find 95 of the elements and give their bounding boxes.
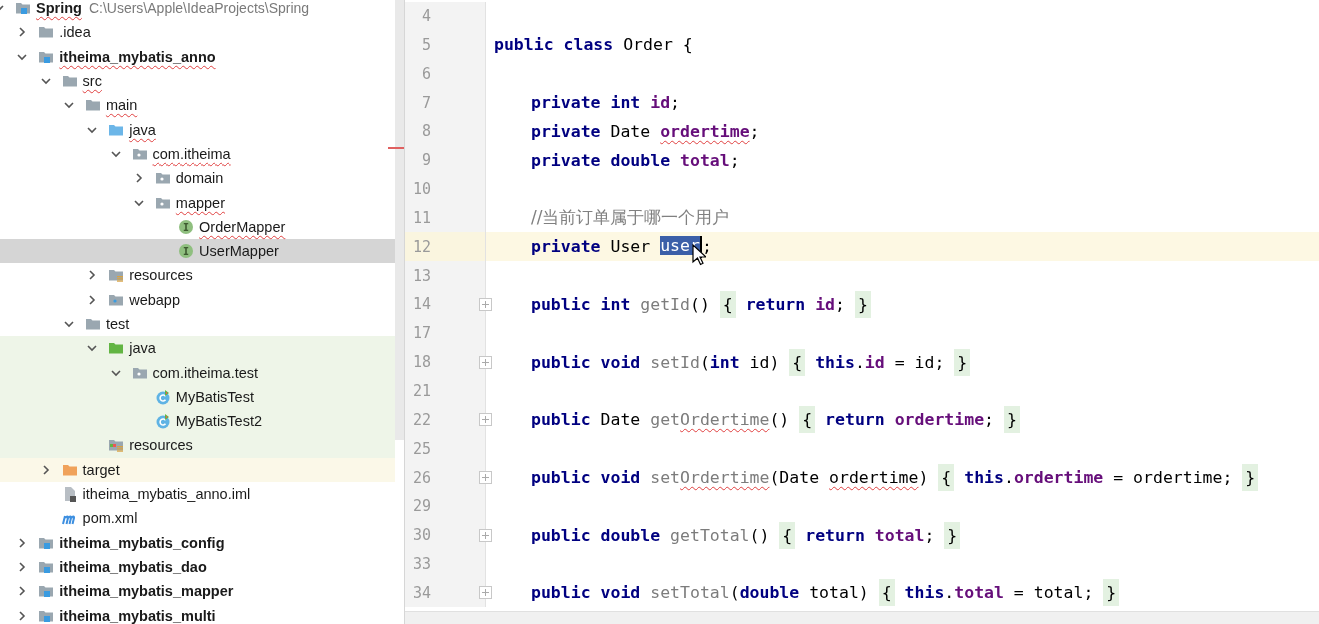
tree-item[interactable]: pom.xml bbox=[0, 506, 395, 531]
interface-icon bbox=[178, 218, 195, 235]
tree-item[interactable]: OrderMapper bbox=[0, 214, 395, 239]
line-number: 8 bbox=[420, 122, 431, 141]
tree-item[interactable]: itheima_mybatis_anno bbox=[0, 44, 395, 69]
tree-item[interactable]: target bbox=[0, 457, 395, 482]
tree-item[interactable]: com.itheima.test bbox=[0, 360, 395, 385]
line-number: 5 bbox=[420, 35, 431, 54]
item-label: itheima_mybatis_multi bbox=[59, 607, 216, 624]
line-number: 34 bbox=[411, 583, 431, 602]
tree-item[interactable]: src bbox=[0, 68, 395, 94]
item-label: itheima_mybatis_dao bbox=[59, 558, 207, 575]
folder-icon bbox=[38, 24, 55, 41]
folder-icon bbox=[61, 73, 78, 90]
horizontal-scrollbar[interactable] bbox=[405, 611, 1319, 624]
interface-icon bbox=[178, 243, 195, 260]
tree-item[interactable]: resources bbox=[0, 263, 395, 288]
line-number: 14 bbox=[411, 295, 431, 314]
item-label: domain bbox=[175, 170, 224, 187]
code-line: private double total; bbox=[531, 150, 740, 170]
item-label: MyBatisTest bbox=[175, 388, 254, 405]
item-label: itheima_mybatis_config bbox=[59, 534, 225, 551]
tree-item[interactable]: itheima_mybatis_mapper bbox=[0, 579, 395, 604]
tree-item[interactable]: com.itheima bbox=[0, 141, 395, 167]
item-label: main bbox=[105, 97, 138, 114]
tree-item[interactable]: mapper bbox=[0, 190, 395, 215]
line-number: 6 bbox=[420, 64, 431, 83]
item-label: target bbox=[82, 461, 120, 478]
module-folder-icon bbox=[38, 583, 55, 600]
line-number: 10 bbox=[411, 180, 431, 199]
item-label: MyBatisTest2 bbox=[175, 413, 263, 430]
line-number: 25 bbox=[411, 439, 431, 458]
item-label: itheima_mybatis_anno bbox=[59, 48, 216, 65]
item-label: mapper bbox=[175, 194, 225, 211]
line-number: 18 bbox=[411, 353, 431, 372]
item-label: itheima_mybatis_anno.iml bbox=[82, 486, 251, 503]
tree-item[interactable]: Spring C:\Users\Apple\IdeaProjects\Spring bbox=[0, 0, 395, 21]
tree-item[interactable]: itheima_mybatis_multi bbox=[0, 603, 395, 624]
item-label: java bbox=[129, 121, 156, 138]
line-number: 4 bbox=[420, 7, 431, 25]
line-number: 33 bbox=[411, 555, 431, 574]
item-label: itheima_mybatis_mapper bbox=[59, 583, 234, 600]
tree-item[interactable]: resources bbox=[0, 433, 395, 458]
code-comment: //当前订单属于哪一个用户 bbox=[531, 206, 730, 230]
tree-item[interactable]: main bbox=[0, 93, 395, 118]
line-number: 9 bbox=[420, 151, 431, 170]
line-number: 7 bbox=[420, 93, 431, 112]
item-label: resources bbox=[129, 437, 193, 454]
item-label: com.itheima bbox=[152, 145, 231, 162]
resources-folder-icon bbox=[108, 267, 125, 284]
code-line: public class Order { bbox=[494, 35, 693, 55]
tree-item[interactable]: MyBatisTest bbox=[0, 384, 395, 410]
module-folder-icon bbox=[15, 0, 31, 17]
line-number: 12 bbox=[411, 237, 431, 256]
code-line: private Date ordertime; bbox=[531, 121, 760, 141]
line-number: 13 bbox=[411, 266, 431, 285]
test-class-icon bbox=[154, 388, 171, 405]
tree-item[interactable]: .idea bbox=[0, 20, 395, 45]
line-number: 17 bbox=[411, 324, 431, 343]
error-stripe-mark bbox=[388, 147, 404, 149]
item-label: .idea bbox=[59, 24, 91, 41]
tree-item[interactable]: itheima_mybatis_config bbox=[0, 530, 395, 555]
line-number: 21 bbox=[411, 382, 431, 400]
item-label: webapp bbox=[129, 291, 180, 308]
item-label: pom.xml bbox=[82, 510, 138, 527]
folder-icon bbox=[108, 340, 125, 357]
line-number: 30 bbox=[411, 526, 431, 545]
path-label: C:\Users\Apple\IdeaProjects\Spring bbox=[88, 0, 310, 17]
test-class-icon bbox=[154, 413, 171, 430]
tree-item[interactable]: java bbox=[0, 336, 395, 361]
tree-item[interactable]: java bbox=[0, 117, 395, 142]
tree-item[interactable]: webapp bbox=[0, 287, 395, 312]
line-number: 26 bbox=[411, 468, 431, 487]
line-number: 11 bbox=[411, 208, 431, 227]
item-label: Spring bbox=[36, 0, 82, 17]
code-line: private int id; bbox=[531, 93, 681, 113]
tree-item[interactable]: domain bbox=[0, 166, 395, 191]
item-label: test bbox=[105, 316, 130, 332]
tree-item[interactable]: MyBatisTest2 bbox=[0, 409, 395, 434]
resources-folder-icon bbox=[108, 437, 125, 454]
package-icon bbox=[154, 170, 171, 187]
tree-item[interactable]: itheima_mybatis_dao bbox=[0, 554, 395, 580]
item-label: java bbox=[129, 340, 156, 357]
item-label: UserMapper bbox=[199, 243, 279, 260]
folder-icon bbox=[84, 316, 101, 332]
line-number: 22 bbox=[411, 410, 431, 429]
item-label: src bbox=[82, 73, 102, 90]
item-label: OrderMapper bbox=[199, 218, 286, 235]
tree-item[interactable]: test bbox=[0, 311, 395, 337]
item-label: resources bbox=[129, 267, 193, 284]
item-label: com.itheima.test bbox=[152, 364, 259, 381]
line-number: 29 bbox=[411, 497, 431, 516]
tree-item[interactable]: itheima_mybatis_anno.iml bbox=[0, 481, 395, 507]
folder-icon bbox=[84, 97, 101, 114]
tree-item[interactable]: UserMapper bbox=[0, 238, 395, 264]
